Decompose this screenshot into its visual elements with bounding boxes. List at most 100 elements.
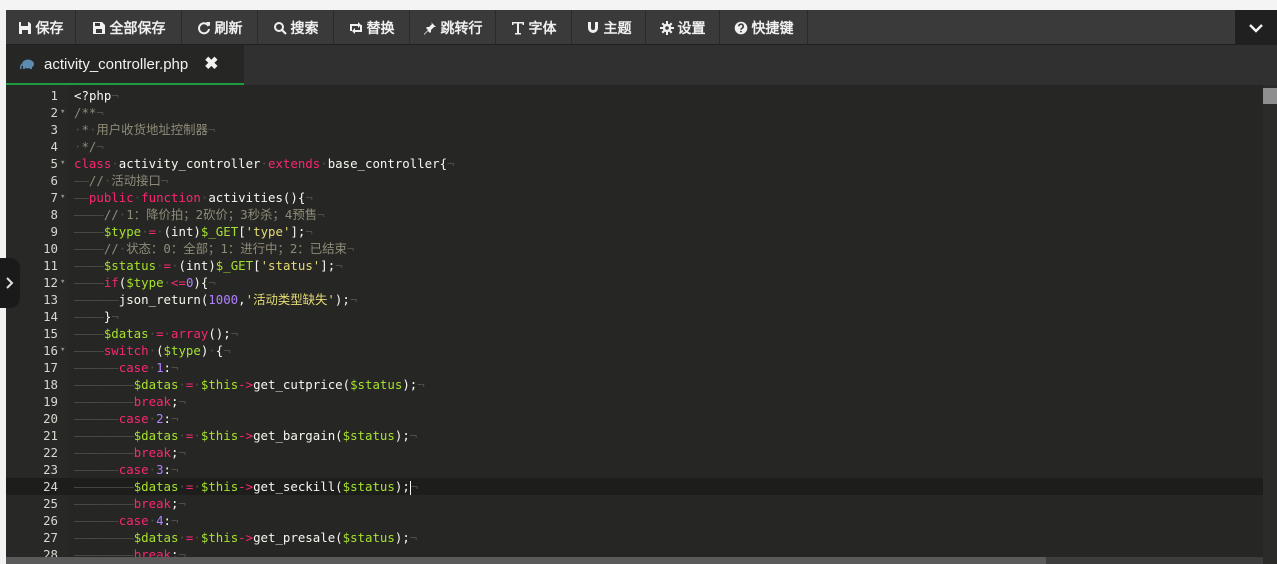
replace-button[interactable]: 替换 bbox=[334, 10, 410, 45]
code-line[interactable]: 27 ————————$datas·=·$this->get_presale($s… bbox=[6, 529, 1263, 546]
code-line[interactable]: 16 ▾ ————switch·($type)·{¬ bbox=[6, 342, 1263, 359]
collapse-toolbar-button[interactable] bbox=[1235, 10, 1277, 45]
line-number: 4 bbox=[50, 139, 58, 154]
code-text: ————————break;¬ bbox=[74, 496, 186, 511]
code-text: ——————json_return(1000,'活动类型缺失');¬ bbox=[74, 292, 358, 307]
settings-button[interactable]: 设置 bbox=[646, 10, 720, 45]
code-text: ——//·活动接口¬ bbox=[74, 173, 169, 188]
line-number: 20 bbox=[43, 411, 58, 426]
line-number: 1 bbox=[50, 88, 58, 103]
chevron-down-icon bbox=[1249, 23, 1263, 33]
search-label: 搜索 bbox=[290, 19, 319, 36]
code-text: ————$datas·=·array();¬ bbox=[74, 326, 239, 341]
code-line[interactable]: 13 ——————json_return(1000,'活动类型缺失');¬ bbox=[6, 291, 1263, 308]
code-line[interactable]: 4 ·*/¬ bbox=[6, 138, 1263, 155]
refresh-icon bbox=[197, 21, 210, 34]
code-text: ————switch·($type)·{¬ bbox=[74, 343, 231, 358]
code-line[interactable]: 21 ————————$datas·=·$this->get_bargain($s… bbox=[6, 427, 1263, 444]
vertical-scrollbar-thumb[interactable] bbox=[1263, 88, 1277, 104]
fold-toggle-icon[interactable]: ▾ bbox=[60, 189, 68, 206]
line-number: 2 bbox=[50, 105, 58, 120]
code-text: ——————case·2:¬ bbox=[74, 411, 179, 426]
gear-icon bbox=[659, 20, 674, 35]
theme-button[interactable]: 主题 bbox=[572, 10, 646, 45]
goto-line-button[interactable]: 跳转行 bbox=[410, 10, 496, 45]
code-text: /**¬ bbox=[74, 105, 104, 120]
code-line[interactable]: 10 ————//·状态：0：全部；1：进行中；2：已结束¬ bbox=[6, 240, 1263, 257]
fold-toggle-icon[interactable]: ▾ bbox=[60, 342, 68, 359]
shortcuts-button[interactable]: 快捷键 bbox=[720, 10, 808, 45]
line-number: 22 bbox=[43, 445, 58, 460]
vertical-scrollbar[interactable] bbox=[1263, 85, 1277, 564]
code-line[interactable]: 26 ——————case·4:¬ bbox=[6, 512, 1263, 529]
code-text: ————//·1：降价拍；2砍价；3秒杀；4预售¬ bbox=[74, 207, 325, 222]
code-text: ————if($type·<=0){¬ bbox=[74, 275, 216, 290]
line-number: 28 bbox=[43, 547, 58, 557]
code-text: ————————break;¬ bbox=[74, 547, 186, 557]
code-line[interactable]: 24 ————————$datas·=·$this->get_seckill($s… bbox=[6, 478, 1263, 495]
replace-label: 替换 bbox=[366, 19, 395, 36]
code-line[interactable]: 19 ————————break;¬ bbox=[6, 393, 1263, 410]
php-elephant-icon bbox=[20, 59, 34, 70]
code-line[interactable]: 20 ——————case·2:¬ bbox=[6, 410, 1263, 427]
line-number: 8 bbox=[50, 207, 58, 222]
line-number: 26 bbox=[43, 513, 58, 528]
code-line[interactable]: 1 <?php¬ bbox=[6, 87, 1263, 104]
code-text: ————————break;¬ bbox=[74, 445, 186, 460]
refresh-button[interactable]: 刷新 bbox=[182, 10, 258, 45]
code-text: ——————case·4:¬ bbox=[74, 513, 179, 528]
code-line[interactable]: 15 ————$datas·=·array();¬ bbox=[6, 325, 1263, 342]
sidebar-toggle-button[interactable] bbox=[0, 258, 20, 308]
code-text: ——————case·3:¬ bbox=[74, 462, 179, 477]
code-text: ——————case·1:¬ bbox=[74, 360, 179, 375]
search-button[interactable]: 搜索 bbox=[258, 10, 334, 45]
save-label: 保存 bbox=[35, 19, 64, 36]
code-line[interactable]: 7 ▾ ——public·function·activities(){¬ bbox=[6, 189, 1263, 206]
code-line[interactable]: 28 ————————break;¬ bbox=[6, 546, 1263, 557]
code-line[interactable]: 12 ▾ ————if($type·<=0){¬ bbox=[6, 274, 1263, 291]
code-line[interactable]: 6 ——//·活动接口¬ bbox=[6, 172, 1263, 189]
refresh-label: 刷新 bbox=[214, 19, 243, 36]
code-area[interactable]: 1 <?php¬ 2 ▾/**¬ 3 ·*·用户收货地址控制器¬ 4 ·*/¬ 5 ▾ class·… bbox=[6, 85, 1263, 557]
line-number: 23 bbox=[43, 462, 58, 477]
tab-activity-controller[interactable]: activity_controller.php ✖ bbox=[6, 45, 244, 85]
close-tab-button[interactable]: ✖ bbox=[204, 54, 218, 74]
save-all-label: 全部保存 bbox=[109, 19, 166, 36]
code-text: <?php¬ bbox=[74, 88, 119, 103]
line-number: 21 bbox=[43, 428, 58, 443]
fold-toggle-icon[interactable]: ▾ bbox=[60, 155, 68, 172]
save-button[interactable]: 保存 bbox=[6, 10, 76, 45]
code-line[interactable]: 18 ————————$datas·=·$this->get_cutprice($… bbox=[6, 376, 1263, 393]
font-icon bbox=[511, 21, 524, 34]
code-line[interactable]: 2 ▾ /**¬ bbox=[6, 104, 1263, 121]
line-number: 17 bbox=[43, 360, 58, 375]
theme-label: 主题 bbox=[603, 19, 632, 36]
code-text: ——public·function·activities(){¬ bbox=[74, 190, 313, 205]
code-text: ————————$datas·=·$this->get_cutprice($st… bbox=[74, 377, 425, 392]
code-line[interactable]: 22 ————————break;¬ bbox=[6, 444, 1263, 461]
code-line[interactable]: 8 ————//·1：降价拍；2砍价；3秒杀；4预售¬ bbox=[6, 206, 1263, 223]
code-line[interactable]: 9 ————$type·=·(int)$_GET['type'];¬ bbox=[6, 223, 1263, 240]
code-line[interactable]: 5 ▾ class·activity_controller·extends·base… bbox=[6, 155, 1263, 172]
code-line[interactable]: 23 ——————case·3:¬ bbox=[6, 461, 1263, 478]
font-label: 字体 bbox=[528, 19, 557, 36]
line-number: 24 bbox=[43, 479, 58, 494]
code-line[interactable]: 3 ·*·用户收货地址控制器¬ bbox=[6, 121, 1263, 138]
code-line[interactable]: 11 ————$status·=·(int)$_GET['status'];¬ bbox=[6, 257, 1263, 274]
code-text: ————————break;¬ bbox=[74, 394, 186, 409]
line-number: 3 bbox=[50, 122, 58, 137]
code-line[interactable]: 25 ————————break;¬ bbox=[6, 495, 1263, 512]
code-line[interactable]: 17 ——————case·1:¬ bbox=[6, 359, 1263, 376]
editor-toolbar: 保存 全部保存 刷新 搜索 替换 跳转行 字体 主题 设置 快捷键 bbox=[6, 10, 1277, 45]
font-button[interactable]: 字体 bbox=[496, 10, 572, 45]
question-icon bbox=[734, 21, 747, 34]
save-all-button[interactable]: 全部保存 bbox=[76, 10, 182, 45]
settings-label: 设置 bbox=[677, 19, 706, 36]
save-icon bbox=[18, 21, 31, 34]
code-line[interactable]: 14 ————}¬ bbox=[6, 308, 1263, 325]
fold-toggle-icon[interactable]: ▾ bbox=[60, 104, 68, 121]
line-number: 5 bbox=[50, 156, 58, 171]
fold-toggle-icon[interactable]: ▾ bbox=[60, 274, 68, 291]
horizontal-scrollbar[interactable] bbox=[6, 557, 1263, 564]
horizontal-scrollbar-thumb[interactable] bbox=[6, 557, 1046, 564]
